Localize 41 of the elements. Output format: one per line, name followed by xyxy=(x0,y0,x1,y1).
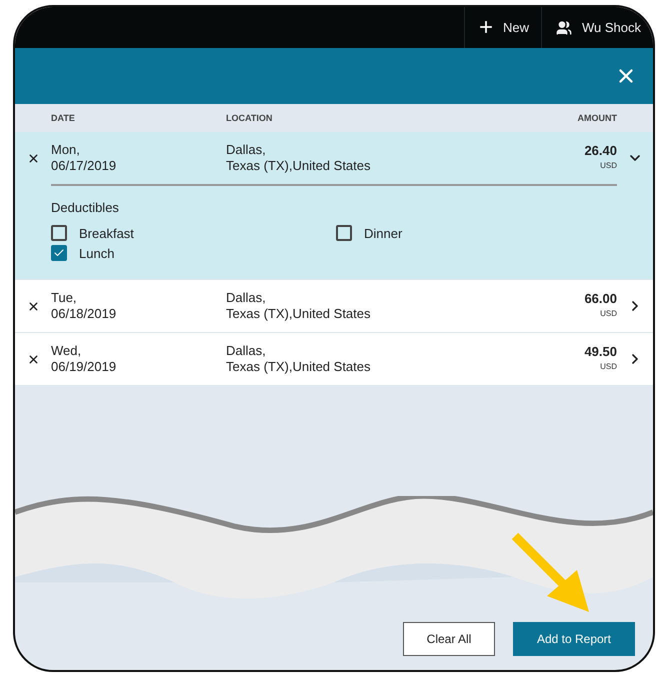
amount-text: 49.50 xyxy=(584,344,617,359)
checkbox[interactable] xyxy=(51,245,67,261)
location-city: Dallas, xyxy=(226,343,267,359)
checkbox-label: Breakfast xyxy=(79,226,134,240)
checkbox-label: Lunch xyxy=(79,246,114,260)
checkmark-icon xyxy=(53,247,65,259)
amount-text: 66.00 xyxy=(584,291,617,306)
checkbox[interactable] xyxy=(51,225,67,241)
deductibles-title: Deductibles xyxy=(51,200,120,215)
date-day: Tue, xyxy=(51,290,226,306)
checkbox-label: Dinner xyxy=(364,226,402,240)
add-to-report-button[interactable]: Add to Report xyxy=(513,622,635,656)
location-city: Dallas, xyxy=(226,142,267,158)
location-region: Texas (TX),United States xyxy=(226,158,372,174)
location-city: Dallas, xyxy=(226,290,267,306)
checkbox[interactable] xyxy=(336,225,352,241)
expense-row[interactable]: Mon, 06/17/2019 Dallas, Texas (TX),United States 26.40 USD Deductibles Breakfast Dinner Lunch xyxy=(15,132,653,280)
users-icon xyxy=(556,20,572,36)
date-text: 06/19/2019 xyxy=(51,359,118,375)
remove-icon[interactable] xyxy=(26,300,40,312)
currency-text: USD xyxy=(600,308,617,320)
column-header: AMOUNT xyxy=(578,113,617,123)
currency-text: USD xyxy=(600,160,617,172)
remove-icon[interactable] xyxy=(26,352,40,366)
user-name: Wu Shock xyxy=(582,20,641,35)
date-text: 06/18/2019 xyxy=(51,306,118,322)
currency-text: USD xyxy=(600,361,617,373)
column-header: LOCATION xyxy=(226,113,272,123)
remove-icon[interactable] xyxy=(26,152,40,164)
new-label: New xyxy=(502,20,529,35)
plus-icon: + xyxy=(478,16,493,40)
date-text: 06/17/2019 xyxy=(51,158,118,174)
column-header: DATE xyxy=(51,113,75,123)
location-region: Texas (TX),United States xyxy=(226,306,372,322)
date-day: Mon, xyxy=(51,142,226,158)
amount-text: 26.40 xyxy=(584,143,617,158)
location-region: Texas (TX),United States xyxy=(226,359,372,375)
clear-all-button[interactable]: Clear All xyxy=(403,622,495,656)
date-day: Wed, xyxy=(51,343,226,359)
expense-row[interactable]: Tue, 06/18/2019 Dallas, Texas (TX),United States 66.00 USD xyxy=(15,280,653,333)
expense-row[interactable]: Wed, 06/19/2019 Dallas, Texas (TX),United States 49.50 USD xyxy=(15,333,653,386)
